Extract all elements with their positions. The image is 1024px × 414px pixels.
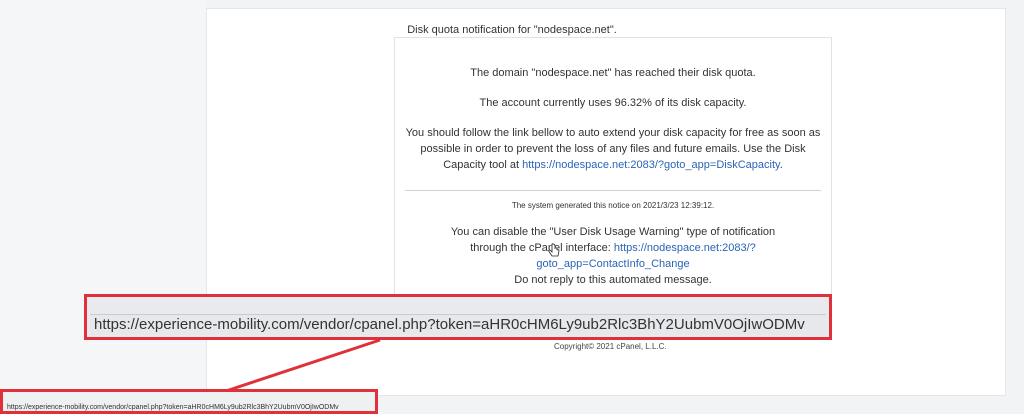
follow-instructions: You should follow the link bellow to aut… — [405, 127, 821, 171]
email-body-card: The domain "nodespace.net" has reached t… — [394, 37, 832, 297]
system-notice: The system generated this notice on 2021… — [511, 201, 715, 210]
divider — [405, 190, 821, 191]
quota-reached-text: The domain "nodespace.net" has reached t… — [470, 67, 756, 79]
copyright: Copyright© 2021 cPanel, L.L.C. — [554, 342, 667, 351]
browser-status-bar: https://experience-mobility.com/vendor/c… — [0, 389, 378, 414]
left-gutter — [0, 0, 206, 414]
disable-notification-text: You can disable the "User Disk Usage War… — [450, 226, 776, 270]
no-reply-text: Do not reply to this automated message. — [514, 274, 712, 286]
url-tooltip-zoom-highlight: https://experience-mobility.com/vendor/c… — [84, 294, 832, 340]
disk-capacity-link[interactable]: https://nodespace.net:2083/?goto_app=Dis… — [522, 159, 780, 171]
url-tooltip-zoom-text: https://experience-mobility.com/vendor/c… — [90, 314, 826, 335]
hand-cursor-icon — [548, 243, 560, 257]
usage-text: The account currently uses 96.32% of its… — [479, 97, 747, 109]
status-bar-url: https://experience-mobility.com/vendor/c… — [7, 404, 339, 411]
email-subject: Disk quota notification for "nodespace.n… — [407, 24, 617, 36]
